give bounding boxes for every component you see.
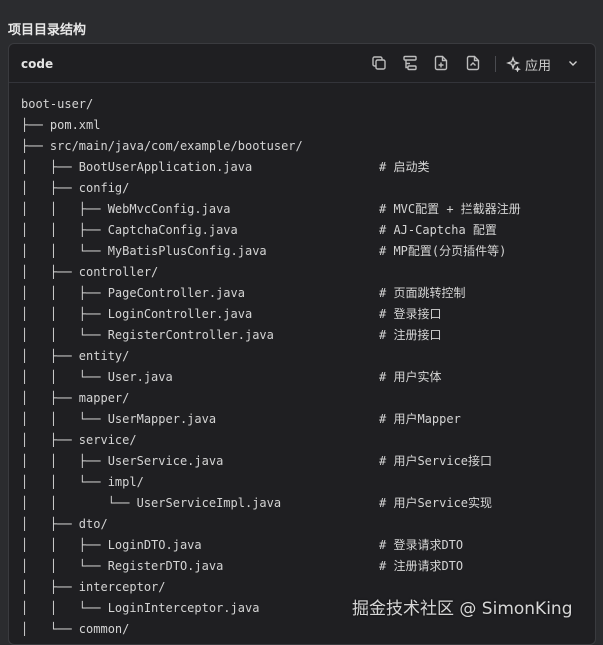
tree-entry: │ │ └── RegisterController.java <box>21 328 274 342</box>
branch-icon[interactable] <box>401 54 419 72</box>
insert-file-icon[interactable] <box>432 54 450 72</box>
tree-entry: ├── src/main/java/com/example/bootuser/ <box>21 139 303 153</box>
tree-entry: │ │ └── User.java <box>21 370 173 384</box>
code-comment: # 注册请求DTO <box>379 559 464 573</box>
tree-entry: │ │ ├── UserService.java <box>21 454 224 468</box>
tree-entry: │ ├── service/ <box>21 433 137 447</box>
toolbar-divider <box>495 56 496 72</box>
apply-label: 应用 <box>525 58 552 74</box>
tree-entry: │ │ ├── PageController.java <box>21 286 245 300</box>
tree-entry: │ │ └── UserServiceImpl.java <box>21 496 282 510</box>
code-comment: # 启动类 <box>379 160 430 174</box>
tree-entry: │ │ └── UserMapper.java <box>21 412 217 426</box>
sparkle-icon <box>506 56 521 72</box>
code-comment: # AJ-Captcha 配置 <box>379 223 497 237</box>
tree-entry: │ │ └── RegisterDTO.java <box>21 559 224 573</box>
tree-entry: boot-user/ <box>21 97 94 111</box>
apply-button[interactable]: 应用 <box>505 55 552 74</box>
section-title: 项目目录结构 <box>8 23 87 38</box>
tree-entry: │ ├── dto/ <box>21 517 108 531</box>
tree-entry: │ ├── interceptor/ <box>21 580 166 594</box>
tree-entry: │ ├── controller/ <box>21 265 159 279</box>
tree-entry: │ │ ├── LoginController.java <box>21 307 253 321</box>
tree-entry: │ │ └── MyBatisPlusConfig.java <box>21 244 267 258</box>
tree-entry: │ ├── BootUserApplication.java <box>21 160 253 174</box>
tree-entry: │ │ └── LoginInterceptor.java <box>21 601 260 615</box>
tree-entry: │ ├── config/ <box>21 181 130 195</box>
watermark: 掘金技术社区 @ SimonKing <box>352 599 573 619</box>
code-comment: # 用户Mapper <box>379 412 461 426</box>
tree-entry: ├── pom.xml <box>21 118 101 132</box>
code-comment: # MVC配置 + 拦截器注册 <box>379 202 521 216</box>
code-comment: # MP配置(分页插件等) <box>379 244 507 258</box>
code-comment: # 用户Service实现 <box>379 496 493 510</box>
tree-entry: │ ├── entity/ <box>21 349 130 363</box>
export-file-icon[interactable] <box>464 54 482 72</box>
tree-entry: │ │ └── impl/ <box>21 475 144 489</box>
code-comment: # 用户Service接口 <box>379 454 493 468</box>
code-comment: # 登录接口 <box>379 307 442 321</box>
code-comment: # 用户实体 <box>379 370 442 384</box>
code-comment: # 登录请求DTO <box>379 538 464 552</box>
copy-icon[interactable] <box>370 54 388 72</box>
code-toolbar: code 应用 <box>9 44 595 83</box>
tree-entry: │ │ ├── LoginDTO.java <box>21 538 202 552</box>
code-comment: # 注册接口 <box>379 328 442 342</box>
code-language-label: code <box>21 57 54 71</box>
tree-entry: │ │ ├── WebMvcConfig.java <box>21 202 231 216</box>
tree-entry: │ ├── mapper/ <box>21 391 130 405</box>
code-block: code 应用 boot-user/ ├── pom.xml ├── src/m… <box>8 43 596 645</box>
code-comment: # 页面跳转控制 <box>379 286 466 300</box>
chevron-down-icon[interactable] <box>565 55 581 71</box>
tree-entry: │ │ ├── CaptchaConfig.java <box>21 223 238 237</box>
